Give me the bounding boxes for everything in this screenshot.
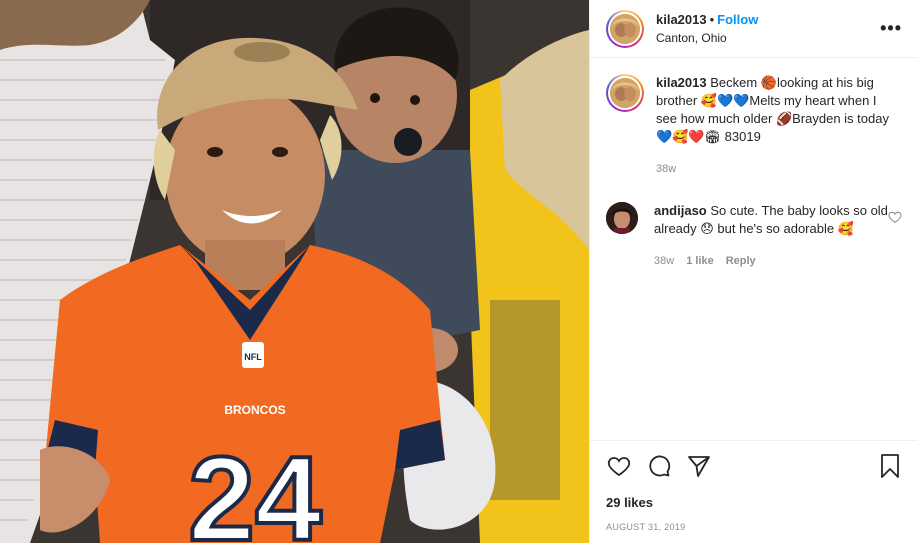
avatar-image xyxy=(610,78,640,108)
comments-section: kila2013 Beckem 🏀looking at his big brot… xyxy=(590,58,918,438)
follow-button[interactable]: Follow xyxy=(717,12,758,27)
caption: kila2013 Beckem 🏀looking at his big brot… xyxy=(606,74,902,178)
comment-icon[interactable] xyxy=(646,454,672,478)
heart-icon[interactable] xyxy=(606,454,632,478)
comment-body: andijaso So cute. The baby looks so old … xyxy=(654,202,894,270)
comment-item: andijaso So cute. The baby looks so old … xyxy=(606,202,902,270)
author-avatar[interactable] xyxy=(606,9,644,48)
caption-avatar[interactable] xyxy=(606,74,644,112)
post-photo[interactable]: NFL BRONCOS 24 xyxy=(0,0,589,543)
heart-icon[interactable] xyxy=(888,210,902,224)
comment-username[interactable]: andijaso xyxy=(654,203,707,218)
action-icons xyxy=(606,451,902,481)
avatar-image xyxy=(610,13,640,44)
more-icon[interactable]: ••• xyxy=(880,19,902,37)
reply-button[interactable]: Reply xyxy=(726,252,756,270)
commenter-avatar[interactable] xyxy=(606,202,638,234)
share-icon[interactable] xyxy=(686,454,712,478)
jersey-number: 24 xyxy=(188,432,322,543)
post-location[interactable]: Canton, Ohio xyxy=(656,30,758,46)
post-header: kila2013 • Follow Canton, Ohio ••• xyxy=(590,0,918,58)
comment-time[interactable]: 38w xyxy=(654,252,674,270)
caption-username[interactable]: kila2013 xyxy=(656,75,707,90)
author-username[interactable]: kila2013 xyxy=(656,12,707,27)
jersey-brand: BRONCOS xyxy=(224,403,285,417)
avatar-image xyxy=(606,202,638,234)
photo-illustration: NFL BRONCOS 24 xyxy=(0,0,589,543)
likes-count[interactable]: 29 likes xyxy=(606,495,902,510)
caption-text-block: kila2013 Beckem 🏀looking at his big brot… xyxy=(656,74,896,178)
post-date[interactable]: AUGUST 31, 2019 xyxy=(606,522,902,532)
separator-dot: • xyxy=(709,11,715,27)
svg-text:NFL: NFL xyxy=(244,352,262,362)
comment-meta: 38w 1 like Reply xyxy=(654,252,894,270)
caption-time[interactable]: 38w xyxy=(656,160,896,178)
post-actions: 29 likes AUGUST 31, 2019 xyxy=(590,440,918,543)
post-details-panel: kila2013 • Follow Canton, Ohio ••• kila2… xyxy=(589,0,918,543)
comment-likes[interactable]: 1 like xyxy=(686,252,714,270)
bookmark-icon[interactable] xyxy=(878,453,902,479)
